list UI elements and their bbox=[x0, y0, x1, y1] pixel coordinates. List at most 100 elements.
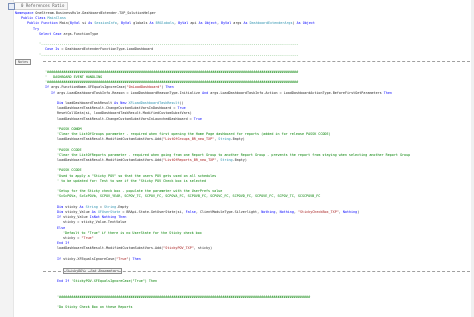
references-tab[interactable]: 0 References Ratio bbox=[8, 1, 69, 10]
code-token: Else bbox=[57, 225, 66, 230]
code-token: 'Clear the ListOfGroups parameter - requ… bbox=[57, 132, 331, 137]
code-area[interactable]: Namespace OneStream.BusinessRule.Dashboa… bbox=[15, 11, 470, 310]
code-token: args.FunctionType bbox=[63, 31, 99, 36]
code-token: Select Case bbox=[39, 31, 64, 36]
code-token: Case Is bbox=[45, 47, 62, 52]
code-token: sticky_Value bbox=[63, 215, 90, 220]
code-token: Dim bbox=[57, 101, 66, 105]
code-token: False bbox=[185, 209, 196, 214]
code-token: sticky bbox=[65, 204, 80, 209]
code-token: ' to be updated for: Test to see if the … bbox=[57, 178, 207, 183]
code-token: sticky.XFEqualsIgnoreCase( bbox=[63, 256, 117, 261]
code-token: = BRApi.State.GetUserState(si, bbox=[120, 209, 186, 214]
code-token: Try bbox=[33, 26, 40, 31]
code-token: SessionInfo bbox=[94, 21, 117, 26]
code-token: args.LoadDashboardTaskInfo.Action = Load… bbox=[210, 90, 384, 95]
code-editor[interactable]: 0 References Ratio Namespace OneStream.B… bbox=[0, 0, 474, 317]
code-token: ' DASHBOARD EVENT HANDLING bbox=[45, 75, 103, 80]
code-token: End If bbox=[57, 279, 72, 284]
code-token: As New bbox=[114, 101, 129, 105]
code-token: loadDashboardTaskResult bbox=[65, 101, 115, 105]
code-token: 'Used to apply a "Sticky POV" so that th… bbox=[57, 173, 217, 178]
code-token: Main( bbox=[59, 21, 70, 26]
code-token: BRGlobals bbox=[155, 21, 175, 26]
code-line: '---------------------------------------… bbox=[15, 53, 470, 58]
code-token: String bbox=[103, 204, 117, 209]
code-token: Then bbox=[165, 85, 174, 90]
code-token: '#######################################… bbox=[57, 294, 311, 299]
code-token: And bbox=[202, 90, 211, 95]
code-token: True bbox=[193, 116, 202, 121]
code-token: loadDashboardTaskResult.ModifiedCustomSu… bbox=[57, 137, 164, 142]
code-token: 'Clear the ListOfReports parameter - req… bbox=[57, 152, 411, 157]
code-token: sticky = bbox=[63, 235, 82, 240]
code-token: OneStream.BusinessRule.DashboardExtender… bbox=[35, 11, 156, 15]
reference-tab-bar: 0 References Ratio bbox=[8, 1, 69, 10]
code-token: DashboardExtenderArgs bbox=[249, 21, 293, 26]
code-token: End If bbox=[57, 241, 70, 246]
code-token: .Empty) bbox=[232, 158, 247, 163]
code-token: loadDashboardTaskResult.ChangeCustomSubs… bbox=[57, 116, 194, 121]
code-token: "StickyPOV_TXP" bbox=[163, 246, 194, 251]
code-token: Nothing bbox=[342, 209, 358, 214]
code-token: ByVal bbox=[120, 21, 134, 26]
code-token: ResetCollData( bbox=[57, 111, 86, 116]
code-token: Then bbox=[132, 256, 141, 261]
code-token: 'Default to "True" if there is no UserSt… bbox=[63, 230, 202, 235]
code-token: '#######################################… bbox=[45, 69, 299, 74]
code-token: () bbox=[179, 101, 184, 105]
code-token: Then bbox=[383, 90, 392, 95]
code-token: , sticky) bbox=[193, 246, 213, 251]
code-token: String bbox=[85, 204, 98, 209]
editor-margin bbox=[0, 0, 14, 317]
code-token: ByVal bbox=[69, 21, 83, 26]
code-token: XFUserState bbox=[97, 209, 121, 214]
code-token: True bbox=[177, 106, 186, 111]
code-token: '---------------------------------------… bbox=[39, 42, 299, 47]
code-token: ByVal bbox=[221, 21, 234, 26]
code-token: 'PASSK CCODE bbox=[57, 147, 82, 152]
code-token: "StickyCheckBox_TXP" bbox=[297, 209, 339, 214]
code-token: IsNot Nothing Then bbox=[89, 215, 127, 220]
code-token: globals bbox=[133, 21, 150, 26]
references-icon bbox=[8, 2, 15, 10]
code-token: 'StickyPOV.XFEqualsIgnoreCase("True") Th… bbox=[71, 279, 158, 284]
code-token: .Empty bbox=[116, 204, 129, 209]
code-token: si, loadDashboardTaskResult.ModifiedCust… bbox=[85, 111, 192, 116]
code-token: String bbox=[220, 158, 233, 163]
code-token: 'ScScPOVa, ScScPOVb, SCPOV_YEAR, SCPOV_T… bbox=[57, 194, 321, 199]
code-token: args bbox=[233, 21, 244, 26]
code-token: ByVal bbox=[178, 21, 191, 26]
code-token: ) bbox=[357, 209, 360, 214]
code-token: "OnLoadDashboard" bbox=[126, 85, 162, 90]
references-tab-label: 0 References Ratio bbox=[21, 2, 65, 8]
code-token: = DashboardExtenderFunctionType.LoadDash… bbox=[61, 47, 154, 52]
code-token: .Empty) bbox=[230, 137, 245, 142]
code-token: Nothing bbox=[279, 209, 294, 214]
code-line: 'Do Sticky Check Box on these Reports bbox=[15, 305, 470, 310]
code-token: As Object bbox=[296, 21, 315, 26]
code-token: Dim bbox=[57, 209, 66, 214]
code-token: sticky = sticky_Value.TextValue bbox=[63, 220, 127, 225]
code-token: 'PASSK CONDM bbox=[57, 126, 82, 131]
code-token: 'Do Sticky Check Box on these Reports bbox=[57, 305, 133, 310]
code-token: "ListOfGroups_BR_new_TXP" bbox=[163, 137, 215, 142]
code-token: args.LoadDashboardTaskInfo.Reason = Load… bbox=[57, 90, 203, 95]
code-token: String bbox=[218, 137, 231, 142]
code-token: api bbox=[190, 21, 199, 26]
code-token: Nothing bbox=[261, 209, 276, 214]
code-token: '#######################################… bbox=[45, 80, 299, 85]
code-token: '---------------------------------------… bbox=[39, 52, 299, 57]
code-token: "True" bbox=[116, 256, 129, 261]
code-token: 'Setup for the Sticky check box - popula… bbox=[57, 189, 223, 194]
code-token: loadDashboardTaskResult.ModifiedCustomSu… bbox=[57, 158, 164, 163]
code-token: "ListOfReports_BR_new_TXP" bbox=[163, 158, 217, 163]
code-token: loadDashboardTaskResult.ModifiedCustomSu… bbox=[57, 246, 164, 251]
code-token: 'PASSK CCODE bbox=[57, 168, 82, 173]
code-token: XFLoadDashboardTaskResult bbox=[128, 101, 180, 105]
code-token: Public Class bbox=[21, 16, 48, 21]
code-token: Object bbox=[204, 21, 217, 26]
code-token: Dim bbox=[57, 204, 66, 209]
code-token: sticky_Value bbox=[65, 209, 92, 214]
